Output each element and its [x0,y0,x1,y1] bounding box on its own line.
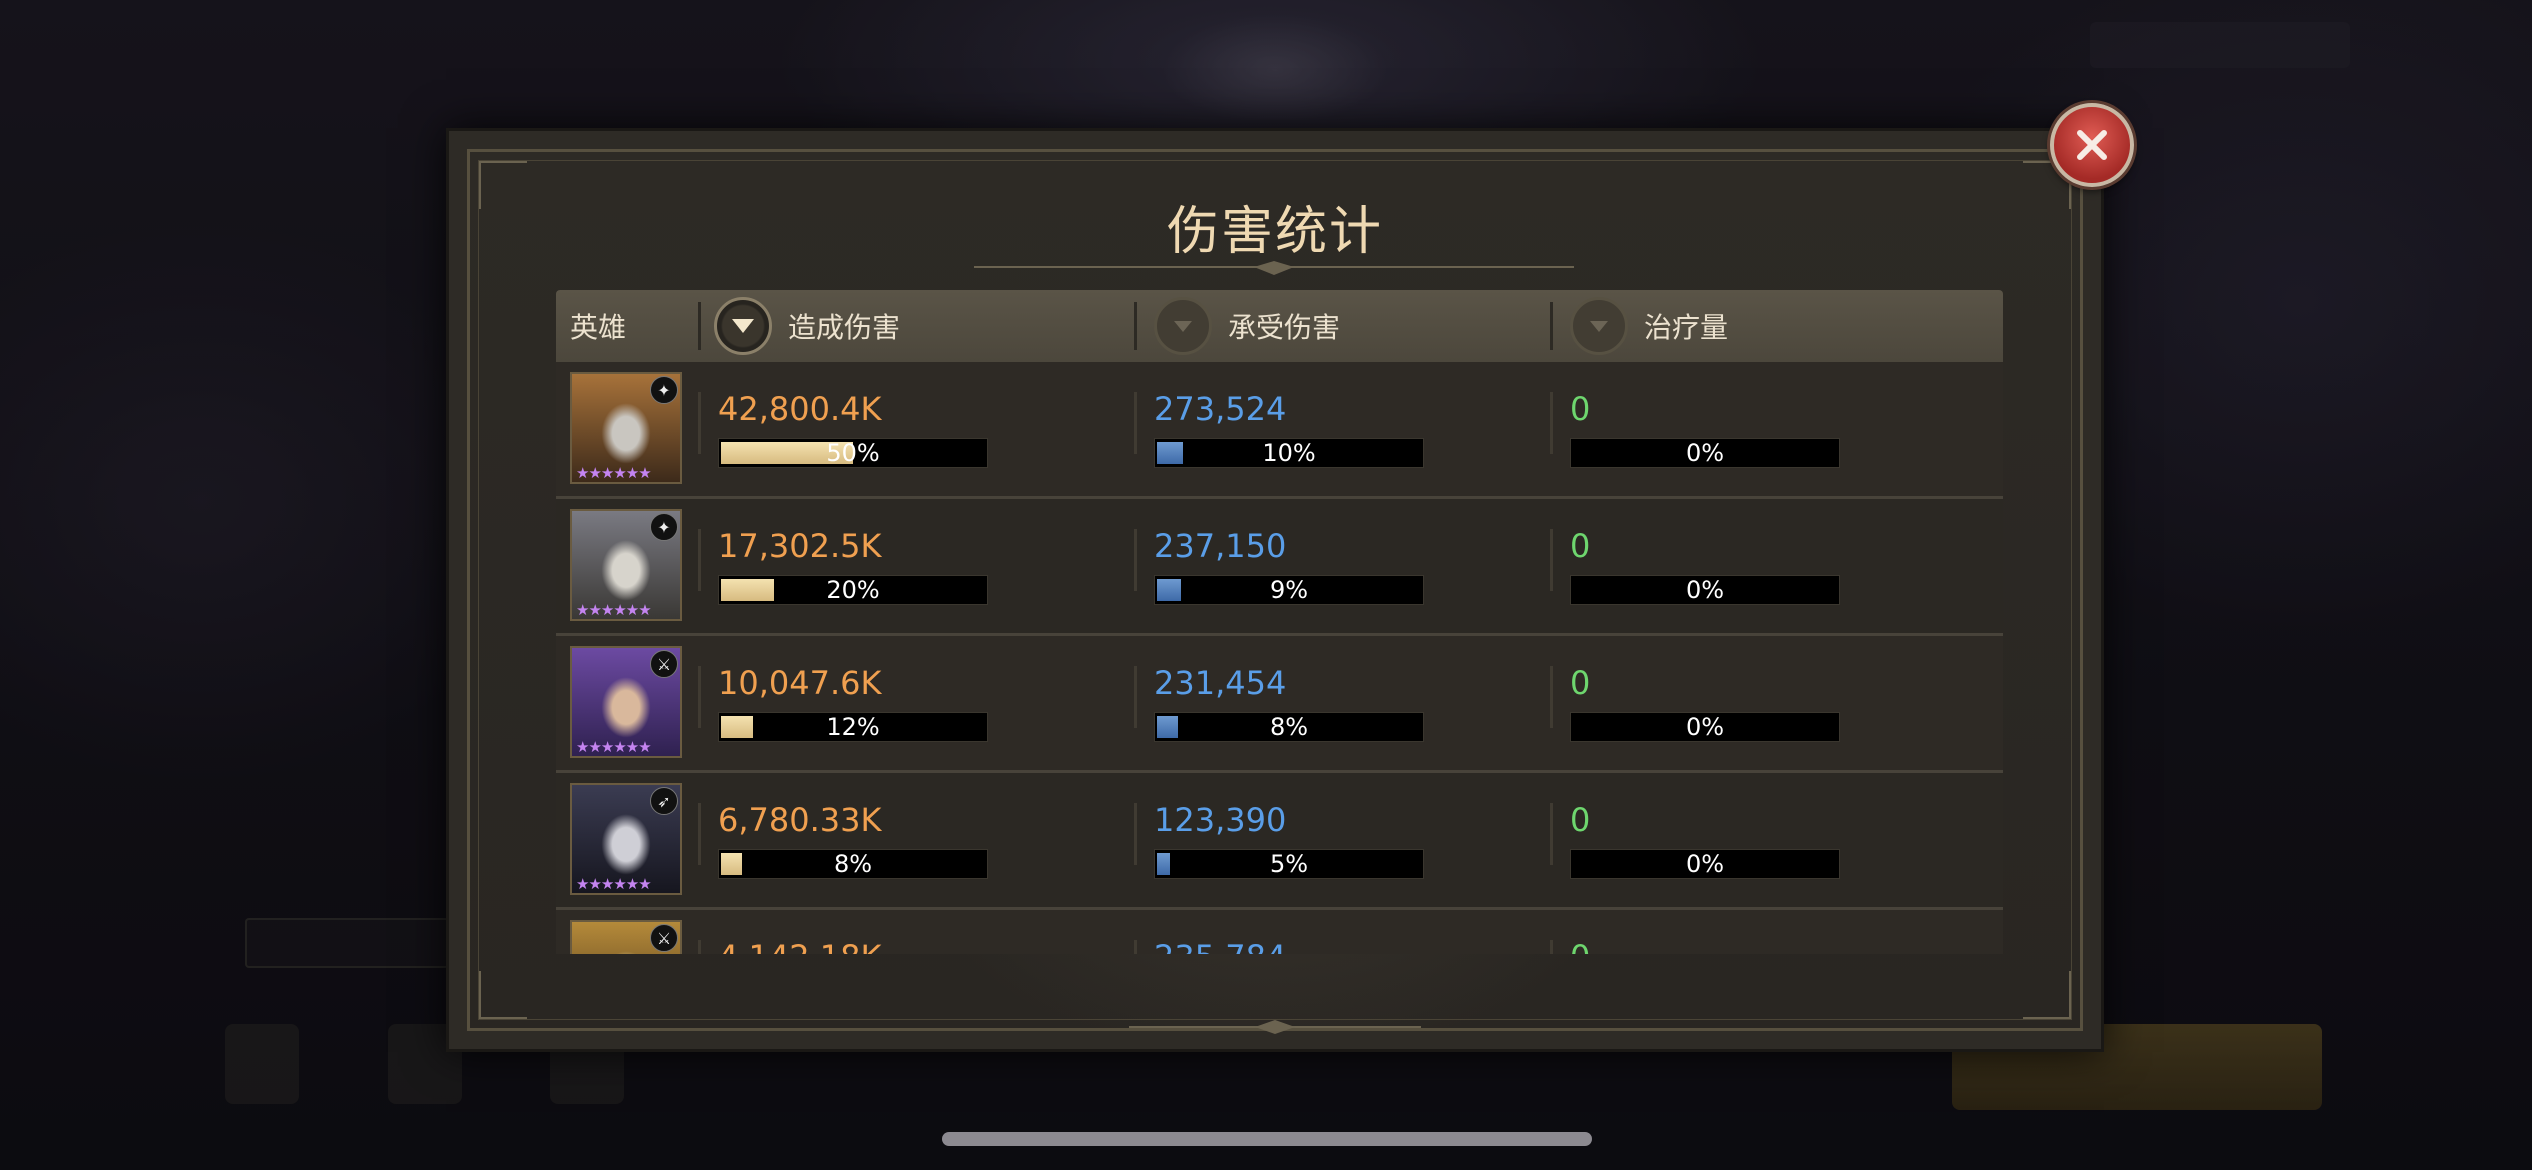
hero-stats-row: ✦ ★★★★★★ 42,800.4K 50% 273,524 10% 0 0% [556,362,2003,499]
healing-value: 0 [1570,664,1591,702]
column-divider [1134,803,1137,865]
sort-inactive-icon [1154,297,1212,355]
column-divider [1134,940,1137,954]
damage-dealt-value: 4,142.18K [718,938,881,954]
damage-dealt-bar: 50% [718,438,988,468]
damage-taken-value: 237,150 [1154,527,1287,565]
column-divider [698,803,701,865]
bar-percent: 50% [826,439,880,467]
damage-taken-bar: 9% [1154,575,1424,605]
healing-value: 0 [1570,527,1591,565]
damage-dealt-value: 42,800.4K [718,390,882,428]
hero-stats-row: ➶ ★★★★★★ 6,780.33K 8% 123,390 5% 0 0% [556,773,2003,910]
close-button[interactable] [2050,103,2134,187]
column-divider [1550,940,1553,954]
damage-taken-bar: 10% [1154,438,1424,468]
bow-icon: ➶ [650,787,678,815]
column-divider [698,666,701,728]
bar-percent: 5% [1269,850,1309,878]
sort-desc-icon [714,297,772,355]
bar-percent: 0% [1685,850,1725,878]
column-divider [698,529,701,591]
damage-taken-bar: 5% [1154,849,1424,879]
close-icon [2077,130,2107,160]
column-divider [1134,666,1137,728]
column-label: 治疗量 [1644,311,1729,344]
column-divider [1550,529,1553,591]
hero-portrait[interactable]: ✦ ★★★★★★ [570,372,682,484]
frame-corner [478,971,527,1020]
hero-portrait[interactable]: ⚔ ★★★★★★ [570,646,682,758]
dialog-title: 伤害统计 [1166,202,1383,262]
column-label: 造成伤害 [788,311,901,344]
healing-value: 0 [1570,801,1591,839]
healing-bar: 0% [1570,712,1840,742]
bar-percent: 20% [826,576,880,604]
stats-table-body[interactable]: ✦ ★★★★★★ 42,800.4K 50% 273,524 10% 0 0% … [556,362,2003,954]
damage-taken-value: 231,454 [1154,664,1287,702]
damage-dealt-bar: 20% [718,575,988,605]
column-header-hero: 英雄 [570,311,627,344]
sort-inactive-icon [1570,297,1628,355]
damage-dealt-bar: 8% [718,849,988,879]
damage-taken-bar: 8% [1154,712,1424,742]
damage-taken-value: 123,390 [1154,801,1287,839]
healing-value: 0 [1570,390,1591,428]
sword-icon: ⚔ [650,924,678,952]
healing-bar: 0% [1570,438,1840,468]
column-header-damage-dealt[interactable]: 造成伤害 [714,290,900,362]
column-divider [698,392,701,454]
star-rating: ★★★★★★ [576,875,652,893]
damage-dealt-value: 6,780.33K [718,801,882,839]
sword-icon: ⚔ [650,650,678,678]
column-divider [1134,529,1137,591]
damage-taken-value: 273,524 [1154,390,1287,428]
damage-taken-value: 235,784 [1154,938,1286,954]
bar-percent: 8% [1269,713,1309,741]
damage-dealt-value: 10,047.6K [718,664,882,702]
bar-percent: 0% [1685,439,1725,467]
column-header-damage-taken[interactable]: 承受伤害 [1154,290,1340,362]
hero-stats-row: ✦ ★★★★★★ 17,302.5K 20% 237,150 9% 0 0% [556,499,2003,636]
healing-bar: 0% [1570,575,1840,605]
bar-percent: 8% [833,850,873,878]
healing-value: 0 [1570,938,1590,954]
bar-percent: 10% [1262,439,1316,467]
frame-corner [2023,971,2072,1020]
bottom-ornament [1129,1020,1421,1034]
hero-portrait[interactable]: ➶ ★★★★★★ [570,783,682,895]
column-divider [1550,666,1553,728]
home-indicator[interactable] [942,1132,1592,1146]
hero-portrait[interactable]: ⚔ [570,920,682,954]
bar-percent: 12% [826,713,880,741]
header-divider [698,302,701,350]
hero-stats-row: ⚔ 4,142.18K 235,784 0 [556,910,2003,954]
column-label: 承受伤害 [1228,311,1341,344]
bar-percent: 0% [1685,713,1725,741]
damage-dealt-value: 17,302.5K [718,527,882,565]
star-rating: ★★★★★★ [576,601,652,619]
hero-portrait[interactable]: ✦ ★★★★★★ [570,509,682,621]
header-divider [1550,302,1553,350]
column-divider [698,940,701,954]
bar-percent: 0% [1685,576,1725,604]
column-divider [1550,392,1553,454]
healing-bar: 0% [1570,849,1840,879]
star-rating: ★★★★★★ [576,738,652,756]
staff-icon: ✦ [650,513,678,541]
hero-stats-row: ⚔ ★★★★★★ 10,047.6K 12% 231,454 8% 0 0% [556,636,2003,773]
stats-table-header: 英雄 造成伤害 承受伤害 治疗量 [556,290,2003,362]
column-divider [1134,392,1137,454]
column-divider [1550,803,1553,865]
staff-icon: ✦ [650,376,678,404]
header-divider [1134,302,1137,350]
column-header-healing[interactable]: 治疗量 [1570,290,1728,362]
star-rating: ★★★★★★ [576,464,652,482]
bar-percent: 9% [1269,576,1309,604]
damage-dealt-bar: 12% [718,712,988,742]
title-ornament [974,261,1574,275]
